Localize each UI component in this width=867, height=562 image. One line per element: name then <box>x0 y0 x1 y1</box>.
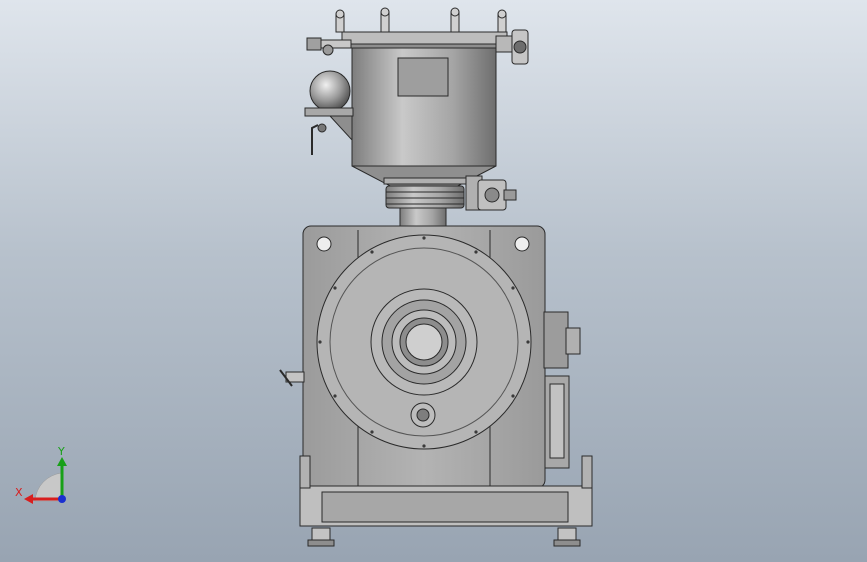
foot-right <box>557 527 577 541</box>
x-axis-label: X <box>15 486 23 499</box>
main-housing <box>279 225 581 489</box>
float-sphere <box>309 70 351 112</box>
z-axis-dot <box>58 495 66 503</box>
y-axis-arrow <box>57 457 67 466</box>
side-gear-motor <box>465 175 517 211</box>
top-clamps <box>335 7 507 33</box>
y-axis-label: Y <box>57 445 65 458</box>
right-drive-motor <box>543 311 581 469</box>
left-handle <box>279 369 305 387</box>
hopper-top-flange <box>341 31 508 45</box>
axis-triad: Y X <box>15 445 67 504</box>
cad-viewport[interactable]: Y X <box>0 0 867 562</box>
nameplate <box>397 57 449 97</box>
left-fittings <box>304 37 354 155</box>
hopper-assembly <box>304 7 529 227</box>
x-axis-arrow <box>24 494 33 504</box>
triad-plane <box>34 472 63 502</box>
foot-left <box>311 527 331 541</box>
cad-model-drawing[interactable]: Y X <box>0 0 867 562</box>
